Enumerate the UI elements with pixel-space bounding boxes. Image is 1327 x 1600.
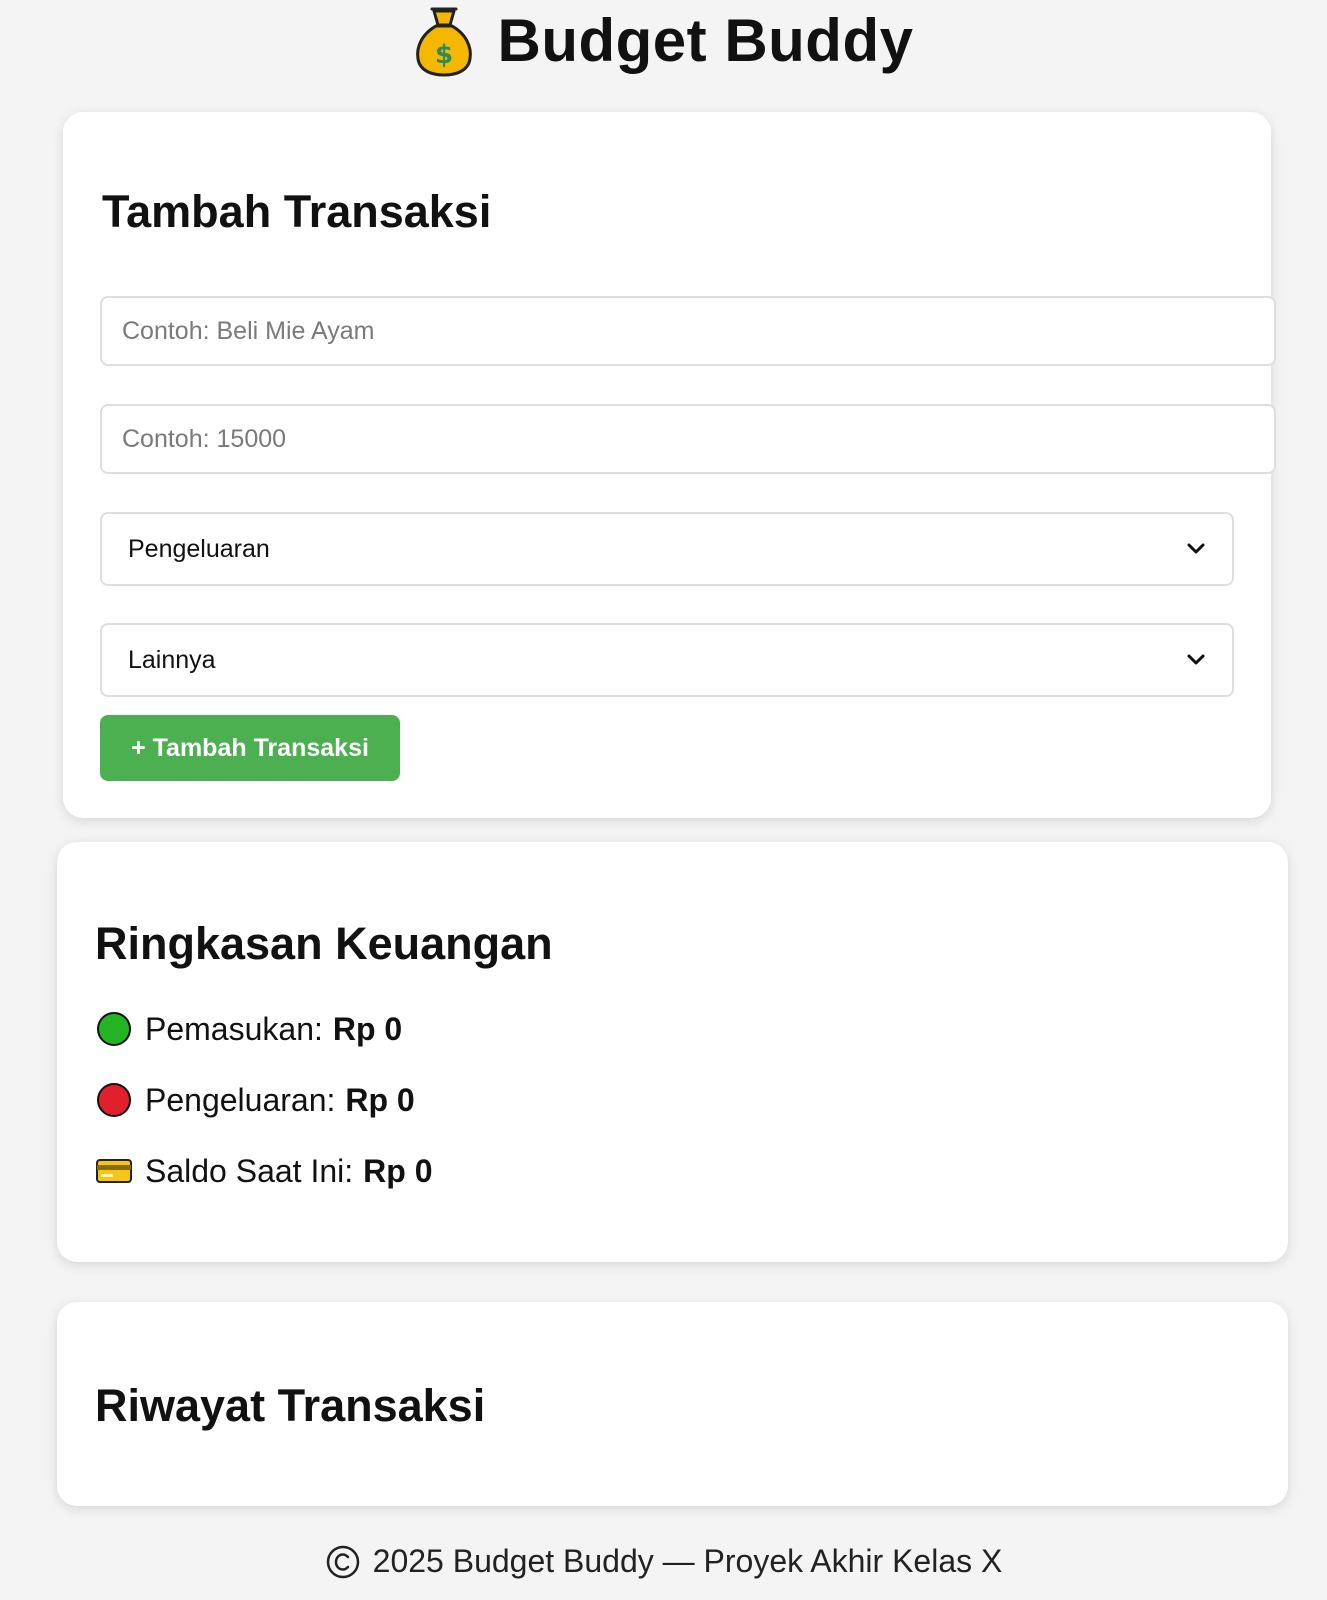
balance-value: Rp 0 xyxy=(363,1152,433,1189)
footer: 2025 Budget Buddy — Proyek Akhir Kelas X xyxy=(0,1543,1327,1580)
financial-summary-card: Ringkasan Keuangan Pemasukan: Rp 0 Penge… xyxy=(57,842,1288,1262)
add-transaction-button[interactable]: + Tambah Transaksi xyxy=(100,715,400,781)
expense-row: Pengeluaran: Rp 0 xyxy=(95,1081,415,1119)
description-input[interactable] xyxy=(100,296,1276,366)
transaction-history-title: Riwayat Transaksi xyxy=(95,1380,486,1431)
app-header: $ Budget Buddy xyxy=(0,0,1327,80)
add-transaction-card: Tambah Transaksi Pengeluaran Lainnya + T… xyxy=(63,112,1276,818)
credit-card-icon xyxy=(96,1159,132,1183)
balance-row: Saldo Saat Ini: Rp 0 xyxy=(95,1152,432,1190)
svg-text:$: $ xyxy=(434,40,452,70)
app-title: Budget Buddy xyxy=(497,6,914,74)
chevron-down-icon xyxy=(1187,543,1205,554)
income-value: Rp 0 xyxy=(332,1010,403,1047)
expense-label: Pengeluaran: xyxy=(145,1081,336,1118)
income-row: Pemasukan: Rp 0 xyxy=(95,1010,402,1048)
money-bag-icon: $ xyxy=(415,7,472,77)
chevron-down-icon xyxy=(1187,654,1205,665)
income-label: Pemasukan: xyxy=(145,1010,323,1047)
red-circle-icon xyxy=(97,1083,131,1117)
balance-label: Saldo Saat Ini: xyxy=(145,1152,354,1189)
green-circle-icon xyxy=(97,1012,131,1046)
transaction-type-select[interactable]: Pengeluaran xyxy=(100,512,1234,586)
add-transaction-title: Tambah Transaksi xyxy=(102,186,492,237)
copyright-icon xyxy=(326,1545,359,1578)
financial-summary-title: Ringkasan Keuangan xyxy=(95,918,553,969)
transaction-type-value: Pengeluaran xyxy=(128,534,270,563)
footer-text: 2025 Budget Buddy — Proyek Akhir Kelas X xyxy=(372,1543,1003,1579)
amount-input[interactable] xyxy=(100,404,1276,474)
expense-value: Rp 0 xyxy=(345,1081,415,1118)
transaction-history-card: Riwayat Transaksi xyxy=(57,1302,1288,1506)
category-select[interactable]: Lainnya xyxy=(100,623,1234,697)
category-value: Lainnya xyxy=(128,645,216,674)
